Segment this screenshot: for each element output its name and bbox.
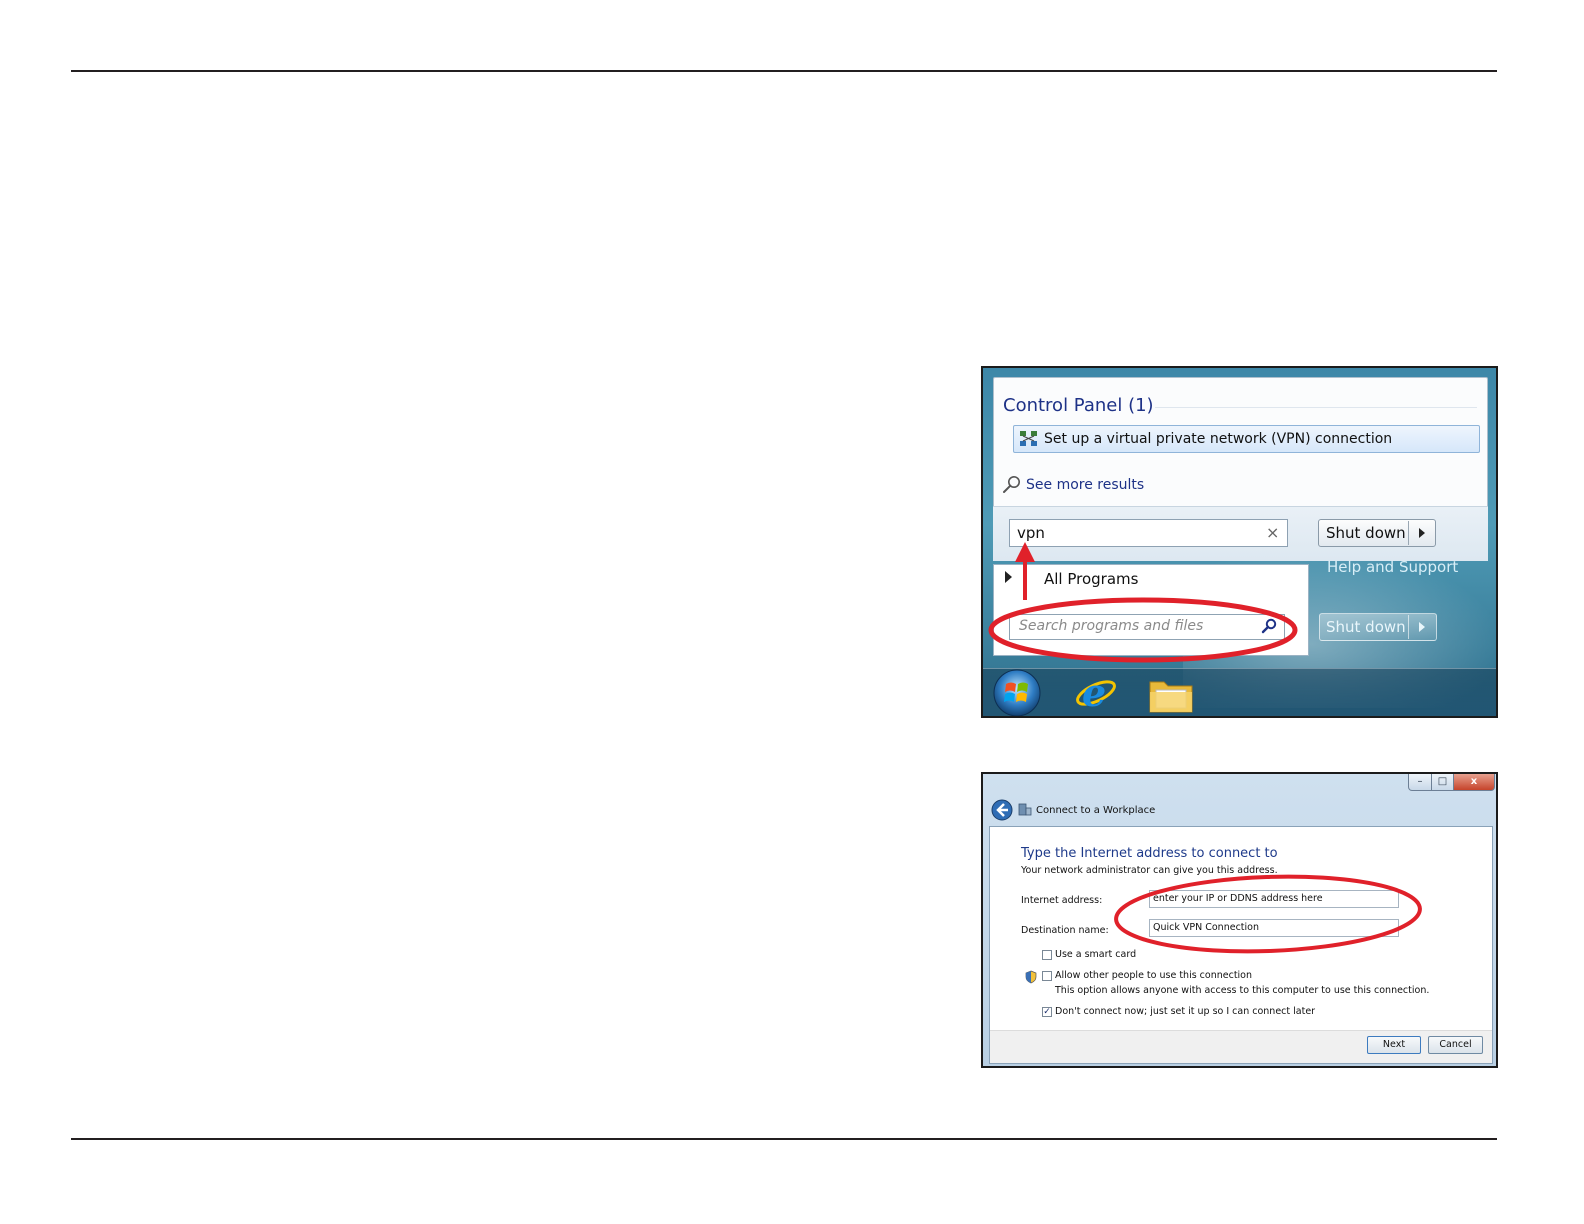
annotation-overlay (988, 542, 1298, 663)
search-box-highlight-ellipse (988, 597, 1298, 663)
start-menu-screenshot: Help and Support All Programs Search pro… (981, 366, 1498, 718)
address-fields-highlight-ellipse (1114, 874, 1422, 954)
annotation-overlay (1114, 874, 1422, 954)
annotation-arrow-head (1015, 542, 1035, 562)
header-rule (71, 70, 1497, 72)
vpn-wizard-screenshot: – □ x Connect to a Workplace Type the In… (981, 772, 1498, 1068)
footer-rule (71, 1138, 1497, 1140)
